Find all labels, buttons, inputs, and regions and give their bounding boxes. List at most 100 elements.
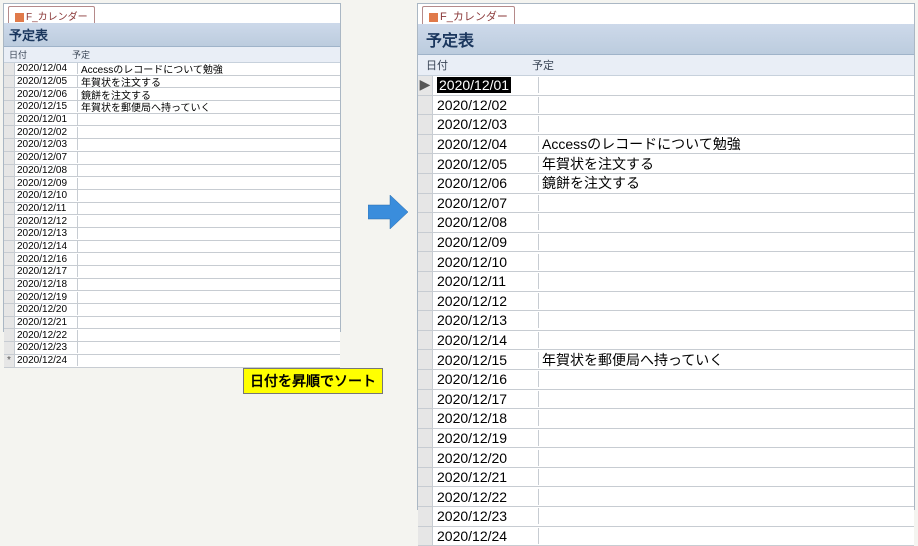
date-cell[interactable]: 2020/12/14 xyxy=(15,241,78,252)
record-selector[interactable] xyxy=(418,429,433,448)
date-cell[interactable]: 2020/12/19 xyxy=(15,292,78,303)
record-selector[interactable] xyxy=(418,213,433,232)
event-cell[interactable]: Accessのレコードについて勉強 xyxy=(539,134,914,154)
date-cell[interactable]: 2020/12/07 xyxy=(15,152,78,163)
table-row[interactable]: 2020/12/20 xyxy=(4,304,340,317)
record-selector[interactable] xyxy=(4,329,15,341)
date-cell[interactable]: 2020/12/11 xyxy=(433,273,539,289)
table-row[interactable]: 2020/12/14 xyxy=(418,331,914,351)
table-row[interactable]: 2020/12/16 xyxy=(4,253,340,266)
table-row[interactable]: 2020/12/15年賀状を郵便局へ持っていく xyxy=(4,101,340,114)
record-selector[interactable] xyxy=(4,228,15,240)
date-cell[interactable]: 2020/12/04 xyxy=(15,63,78,74)
table-row[interactable]: 2020/12/08 xyxy=(418,213,914,233)
table-row[interactable]: 2020/12/04Accessのレコードについて勉強 xyxy=(418,135,914,155)
record-selector[interactable]: ▶ xyxy=(418,76,433,95)
table-row[interactable]: 2020/12/09 xyxy=(4,177,340,190)
table-row[interactable]: *2020/12/24 xyxy=(4,355,340,368)
date-cell[interactable]: 2020/12/15 xyxy=(15,101,78,112)
date-cell[interactable]: 2020/12/24 xyxy=(433,528,539,544)
date-cell[interactable]: 2020/12/24 xyxy=(15,355,78,366)
date-cell[interactable]: 2020/12/23 xyxy=(15,342,78,353)
date-cell[interactable]: 2020/12/16 xyxy=(433,371,539,387)
table-row[interactable]: 2020/12/22 xyxy=(418,487,914,507)
record-selector[interactable] xyxy=(418,252,433,271)
event-cell[interactable]: 年賀状を注文する xyxy=(539,154,914,174)
table-row[interactable]: 2020/12/17 xyxy=(418,390,914,410)
record-selector[interactable] xyxy=(418,487,433,506)
table-row[interactable]: 2020/12/14 xyxy=(4,241,340,254)
date-cell[interactable]: 2020/12/07 xyxy=(433,195,539,211)
data-grid[interactable]: 2020/12/04Accessのレコードについて勉強2020/12/05年賀状… xyxy=(4,63,340,368)
table-row[interactable]: 2020/12/18 xyxy=(4,279,340,292)
date-cell[interactable]: 2020/12/11 xyxy=(15,203,78,214)
data-grid[interactable]: ▶2020/12/012020/12/022020/12/032020/12/0… xyxy=(418,76,914,546)
record-selector[interactable] xyxy=(418,292,433,311)
date-cell[interactable]: 2020/12/10 xyxy=(15,190,78,201)
table-row[interactable]: 2020/12/22 xyxy=(4,329,340,342)
table-row[interactable]: 2020/12/12 xyxy=(4,215,340,228)
date-cell[interactable]: 2020/12/17 xyxy=(433,391,539,407)
form-tab[interactable]: F_カレンダー xyxy=(8,6,95,23)
event-cell[interactable]: 年賀状を郵便局へ持っていく xyxy=(78,99,340,114)
record-selector[interactable] xyxy=(4,114,15,126)
record-selector[interactable] xyxy=(4,279,15,291)
date-cell[interactable]: 2020/12/16 xyxy=(15,254,78,265)
table-row[interactable]: 2020/12/03 xyxy=(418,115,914,135)
record-selector[interactable]: * xyxy=(4,355,15,367)
date-cell[interactable]: 2020/12/12 xyxy=(15,216,78,227)
date-cell[interactable]: 2020/12/18 xyxy=(433,410,539,426)
date-cell[interactable]: 2020/12/05 xyxy=(433,156,539,172)
date-cell[interactable]: 2020/12/14 xyxy=(433,332,539,348)
record-selector[interactable] xyxy=(418,194,433,213)
event-cell[interactable]: 鏡餅を注文する xyxy=(539,173,914,193)
date-cell[interactable]: 2020/12/03 xyxy=(433,116,539,132)
record-selector[interactable] xyxy=(4,76,15,88)
table-row[interactable]: 2020/12/13 xyxy=(418,311,914,331)
record-selector[interactable] xyxy=(418,527,433,546)
date-cell[interactable]: 2020/12/17 xyxy=(15,266,78,277)
table-row[interactable]: 2020/12/23 xyxy=(4,342,340,355)
record-selector[interactable] xyxy=(418,115,433,134)
table-row[interactable]: 2020/12/08 xyxy=(4,165,340,178)
table-row[interactable]: 2020/12/09 xyxy=(418,233,914,253)
record-selector[interactable] xyxy=(4,165,15,177)
record-selector[interactable] xyxy=(4,203,15,215)
table-row[interactable]: 2020/12/11 xyxy=(418,272,914,292)
record-selector[interactable] xyxy=(418,174,433,193)
record-selector[interactable] xyxy=(4,291,15,303)
record-selector[interactable] xyxy=(418,96,433,115)
table-row[interactable]: 2020/12/15年賀状を郵便局へ持っていく xyxy=(418,350,914,370)
date-cell[interactable]: 2020/12/13 xyxy=(433,312,539,328)
table-row[interactable]: 2020/12/23 xyxy=(418,507,914,527)
date-cell[interactable]: 2020/12/21 xyxy=(433,469,539,485)
event-cell[interactable]: 年賀状を郵便局へ持っていく xyxy=(539,350,914,370)
date-cell[interactable]: 2020/12/20 xyxy=(433,450,539,466)
date-cell[interactable]: 2020/12/01 xyxy=(15,114,78,125)
date-cell[interactable]: 2020/12/18 xyxy=(15,279,78,290)
table-row[interactable]: 2020/12/02 xyxy=(4,126,340,139)
table-row[interactable]: 2020/12/17 xyxy=(4,266,340,279)
table-row[interactable]: 2020/12/24 xyxy=(418,527,914,546)
date-cell[interactable]: 2020/12/23 xyxy=(433,508,539,524)
record-selector[interactable] xyxy=(4,139,15,151)
date-cell[interactable]: 2020/12/12 xyxy=(433,293,539,309)
record-selector[interactable] xyxy=(4,215,15,227)
record-selector[interactable] xyxy=(418,311,433,330)
record-selector[interactable] xyxy=(418,507,433,526)
record-selector[interactable] xyxy=(418,350,433,369)
table-row[interactable]: 2020/12/21 xyxy=(4,317,340,330)
table-row[interactable]: 2020/12/07 xyxy=(4,152,340,165)
date-cell[interactable]: 2020/12/02 xyxy=(433,97,539,113)
date-cell[interactable]: 2020/12/08 xyxy=(433,214,539,230)
date-cell[interactable]: 2020/12/10 xyxy=(433,254,539,270)
table-row[interactable]: 2020/12/12 xyxy=(418,292,914,312)
record-selector[interactable] xyxy=(4,63,15,75)
record-selector[interactable] xyxy=(4,266,15,278)
record-selector[interactable] xyxy=(418,409,433,428)
record-selector[interactable] xyxy=(4,304,15,316)
date-cell[interactable]: 2020/12/15 xyxy=(433,352,539,368)
date-cell[interactable]: 2020/12/08 xyxy=(15,165,78,176)
table-row[interactable]: 2020/12/19 xyxy=(4,291,340,304)
record-selector[interactable] xyxy=(418,233,433,252)
